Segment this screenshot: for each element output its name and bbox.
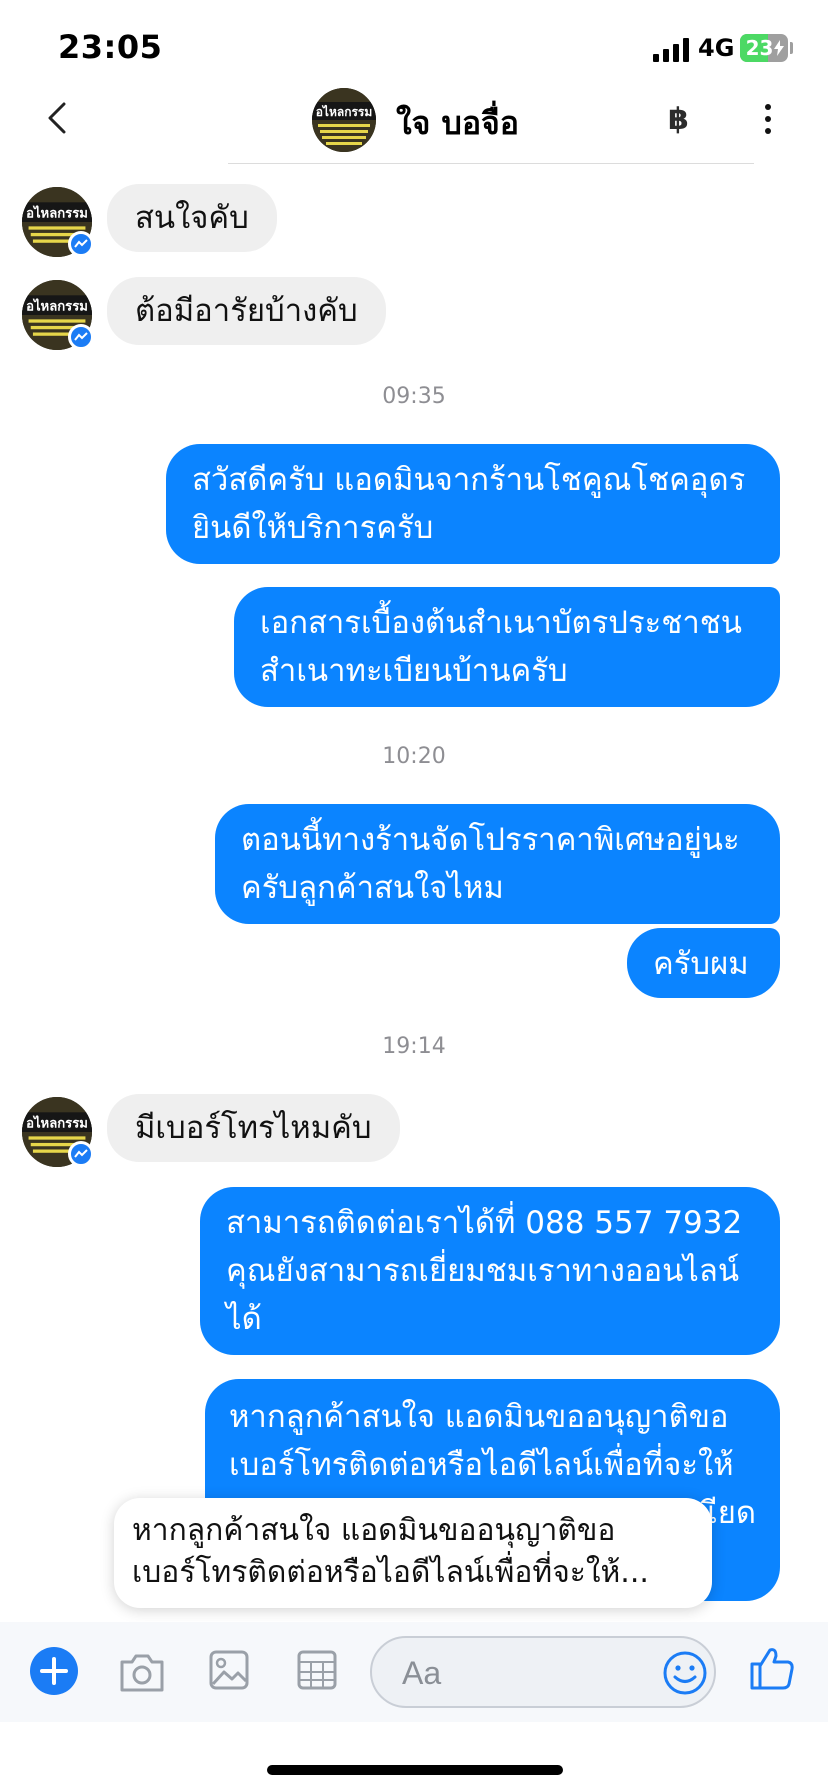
timestamp-separator: 09:35 — [382, 384, 446, 409]
svg-text:อไหลกรรม: อไหลกรรม — [26, 205, 88, 222]
outgoing-message[interactable]: เอกสารเบื้องต้นสำเนาบัตรประชาชน สำเนาทะเ… — [234, 587, 780, 707]
thumbs-up-icon[interactable] — [748, 1644, 796, 1692]
messenger-badge-icon — [68, 1141, 94, 1167]
message-line: เบอร์โทรติดต่อหรือไอดีไลน์เพื่อที่จะให้ — [229, 1447, 734, 1483]
camera-icon[interactable] — [118, 1650, 166, 1694]
chevron-left-icon — [48, 102, 66, 134]
conversation-title[interactable]: ใจ บอจื่อ — [396, 98, 519, 149]
incoming-message[interactable]: มีเบอร์โทรไหมคับ — [107, 1094, 400, 1162]
battery-icon: 23 — [740, 34, 788, 62]
cellular-signal-icon — [653, 38, 691, 62]
incoming-message[interactable]: ต้อมีอารัยบ้างคับ — [107, 277, 386, 345]
svg-text:อไหลกรรม: อไหลกรรม — [26, 298, 88, 315]
timestamp-separator: 10:20 — [382, 744, 446, 769]
svg-text:อไหลกรรม: อไหลกรรม — [26, 1115, 88, 1132]
home-indicator[interactable] — [267, 1765, 563, 1775]
sticker-grid-icon[interactable] — [296, 1648, 338, 1692]
outgoing-message[interactable]: ครับผม — [627, 928, 780, 998]
message-line: หากลูกค้าสนใจ แอดมินขออนุญาติขอ — [229, 1399, 729, 1435]
plus-icon — [40, 1657, 68, 1685]
messenger-badge-icon — [68, 231, 94, 257]
status-time: 23:05 — [58, 28, 163, 66]
battery-level: 23 — [745, 36, 774, 60]
network-type: 4G — [698, 34, 735, 62]
gallery-icon[interactable] — [208, 1648, 250, 1692]
message-input[interactable] — [400, 1652, 644, 1694]
add-button[interactable] — [30, 1647, 78, 1695]
messenger-badge-icon — [68, 324, 94, 350]
emoji-icon[interactable] — [662, 1650, 708, 1696]
outgoing-message[interactable]: สามารถติดต่อเราได้ที่ 088 557 7932 คุณยั… — [200, 1187, 780, 1355]
more-options-icon[interactable] — [764, 104, 772, 136]
message-preview-popup[interactable]: หากลูกค้าสนใจ แอดมินขออนุญาติขอ เบอร์โทร… — [114, 1498, 712, 1608]
contact-avatar[interactable]: อไหลกรรม — [312, 88, 376, 152]
outgoing-message[interactable]: สวัสดีครับ แอดมินจากร้านโชคูณโชคอุดร ยิน… — [166, 444, 780, 564]
battery-nub — [790, 42, 793, 54]
message-input-field[interactable] — [370, 1636, 716, 1708]
timestamp-separator: 19:14 — [382, 1034, 446, 1059]
incoming-message[interactable]: สนใจคับ — [107, 184, 277, 252]
back-button[interactable] — [38, 98, 78, 138]
svg-text:อไหลกรรม: อไหลกรรม — [316, 104, 373, 119]
header-divider — [228, 163, 754, 164]
payment-baht-icon[interactable]: ฿ — [668, 102, 689, 137]
outgoing-message[interactable]: ตอนนี้ทางร้านจัดโปรราคาพิเศษอยู่นะ ครับล… — [215, 804, 780, 924]
